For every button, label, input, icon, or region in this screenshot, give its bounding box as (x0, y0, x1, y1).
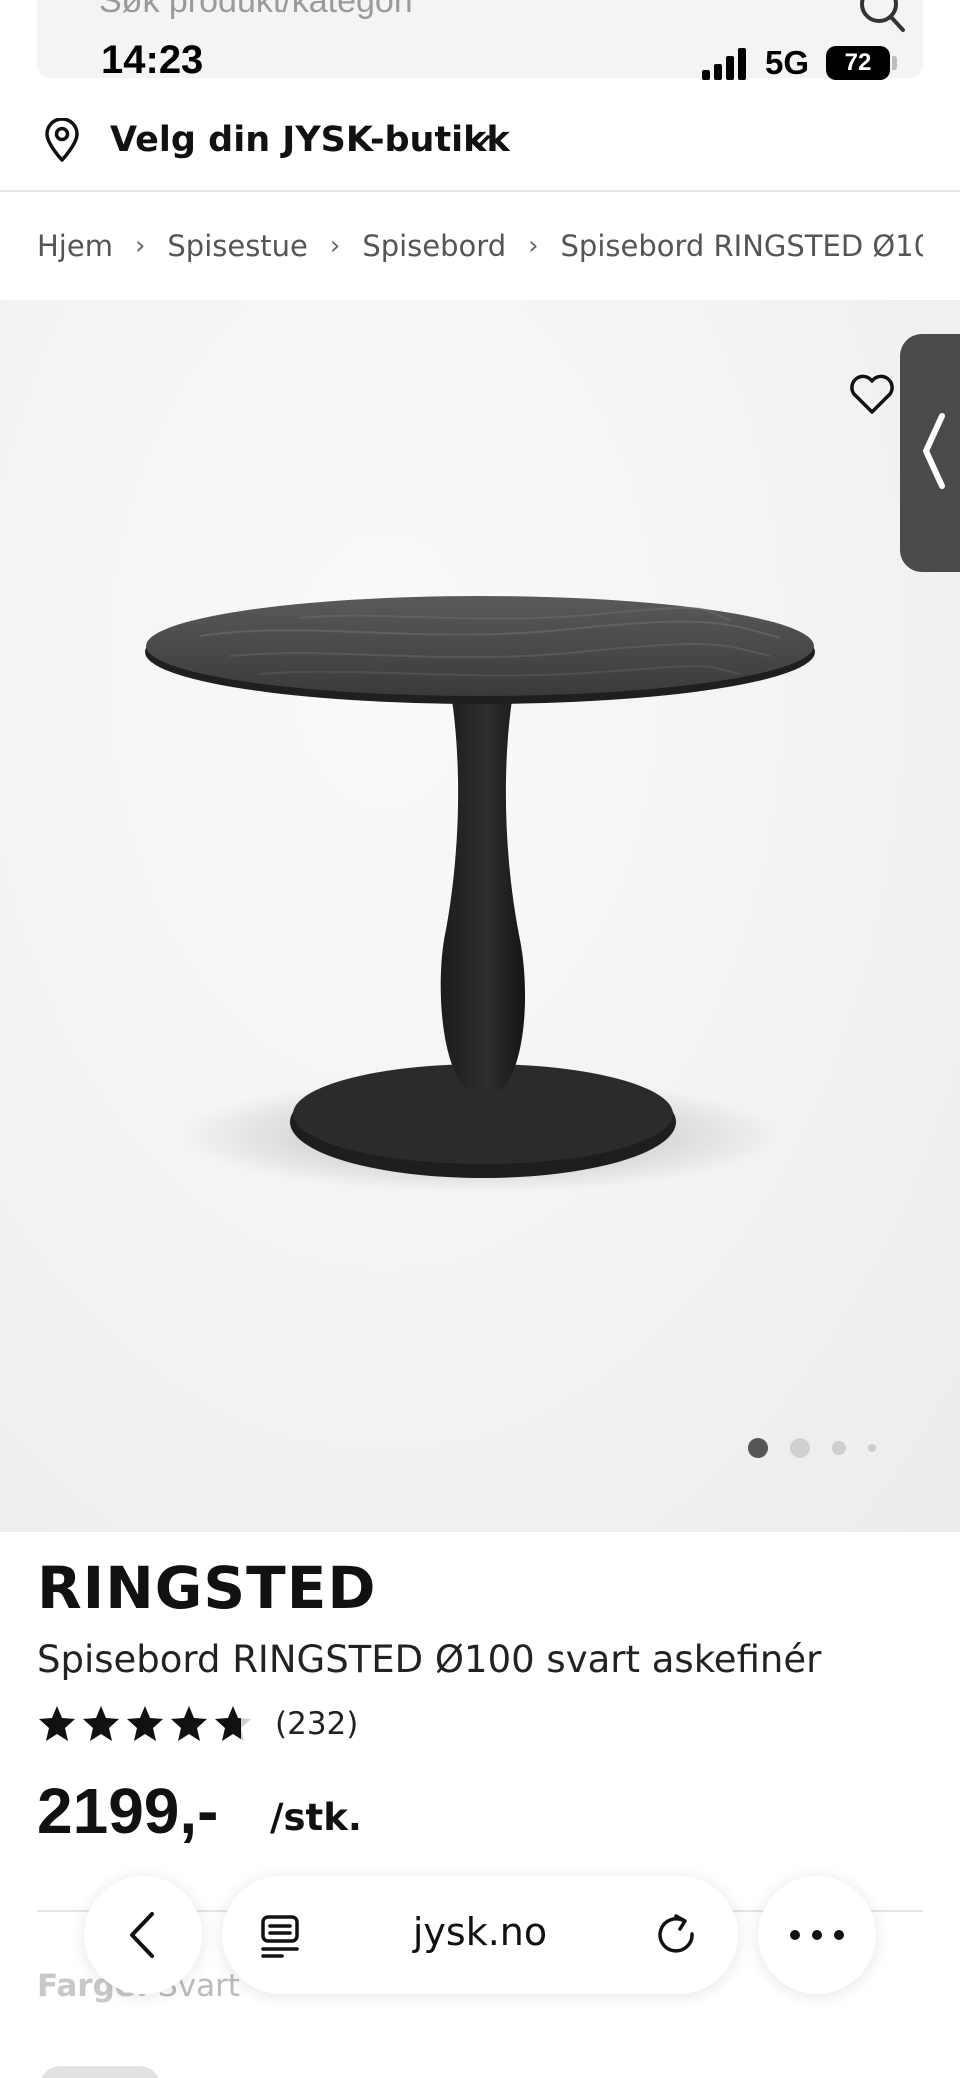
side-panel-tab[interactable] (900, 334, 960, 572)
product-gallery[interactable] (0, 300, 960, 1532)
breadcrumb-item-hjem[interactable]: Hjem (37, 229, 113, 263)
status-time: 14:23 (101, 38, 204, 82)
browser-more-button[interactable] (758, 1876, 876, 1994)
product-brand: RINGSTED (37, 1554, 377, 1622)
gallery-pagination (748, 1436, 898, 1460)
chevron-left-icon (923, 413, 945, 489)
search-input[interactable]: Søk produkt/kategori (99, 0, 413, 21)
battery-icon: 72 (826, 46, 890, 80)
pagination-dot[interactable] (868, 1444, 876, 1452)
star-icon (215, 1706, 251, 1741)
search-icon[interactable] (857, 0, 907, 36)
chevron-right-icon: › (134, 231, 146, 261)
breadcrumb-item-current: Spisebord RINGSTED Ø100 s (560, 229, 923, 263)
chevron-right-icon: › (329, 231, 341, 261)
chevron-right-icon: › (528, 231, 539, 261)
signal-icon (702, 48, 746, 80)
chevron-left-icon (130, 1912, 154, 1958)
product-image-table (145, 596, 815, 1193)
star-icon (39, 1706, 75, 1741)
product-price: 2199,- (37, 1775, 219, 1847)
browser-back-button[interactable] (84, 1876, 202, 1994)
store-selector-label: Velg din JYSK-butikk (110, 120, 510, 160)
review-count[interactable]: (232) (275, 1706, 358, 1742)
pagination-dot-active[interactable] (748, 1438, 768, 1458)
chevron-down-icon (466, 135, 490, 149)
star-rating (37, 1704, 257, 1744)
star-icon (171, 1706, 207, 1741)
price-unit: /stk. (270, 1796, 362, 1839)
heart-icon[interactable] (848, 372, 896, 416)
breadcrumb: Hjem › Spisestue › Spisebord › Spisebord… (37, 192, 923, 300)
star-icon (83, 1706, 119, 1741)
battery-tip (892, 56, 897, 70)
breadcrumb-item-spisebord[interactable]: Spisebord (362, 229, 506, 263)
location-pin-icon (45, 118, 79, 162)
pagination-dot[interactable] (790, 1438, 810, 1458)
breadcrumb-item-spisestue[interactable]: Spisestue (167, 229, 308, 263)
browser-address-bar[interactable]: jysk.no (222, 1876, 738, 1994)
color-swatch[interactable] (40, 2066, 160, 2078)
network-label: 5G (765, 44, 810, 81)
pagination-dot[interactable] (832, 1441, 846, 1455)
product-name: Spisebord RINGSTED Ø100 svart askefinér (37, 1638, 822, 1681)
star-icon (127, 1706, 163, 1741)
store-selector[interactable]: Velg din JYSK-butikk (0, 100, 960, 190)
more-options-icon (790, 1930, 844, 1940)
battery-level: 72 (844, 49, 872, 76)
product-rating[interactable]: (232) (37, 1700, 358, 1748)
reload-icon[interactable] (654, 1912, 700, 1958)
